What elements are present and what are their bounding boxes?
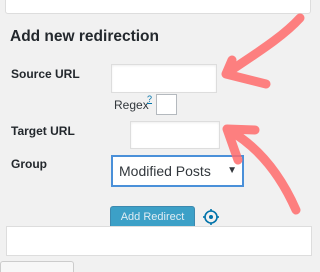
top-input[interactable] <box>5 0 311 14</box>
source-url-label: Source URL <box>11 67 80 81</box>
bottom-tab[interactable] <box>0 261 74 272</box>
gear-icon[interactable] <box>202 208 220 226</box>
source-url-input[interactable] <box>111 64 217 93</box>
regex-help-link[interactable]: ? <box>147 94 152 104</box>
group-select-value: Modified Posts <box>119 163 211 179</box>
annotation-arrow-source <box>221 13 305 89</box>
target-url-input[interactable] <box>130 121 220 149</box>
regex-checkbox[interactable] <box>156 94 177 115</box>
chevron-down-icon: ▼ <box>227 165 237 176</box>
section-heading: Add new redirection <box>10 28 159 45</box>
regex-label: Regex <box>114 98 149 112</box>
group-label: Group <box>11 157 47 171</box>
group-select[interactable]: Modified Posts ▼ <box>111 155 244 187</box>
target-url-label: Target URL <box>11 124 75 138</box>
bottom-input[interactable] <box>6 226 312 256</box>
